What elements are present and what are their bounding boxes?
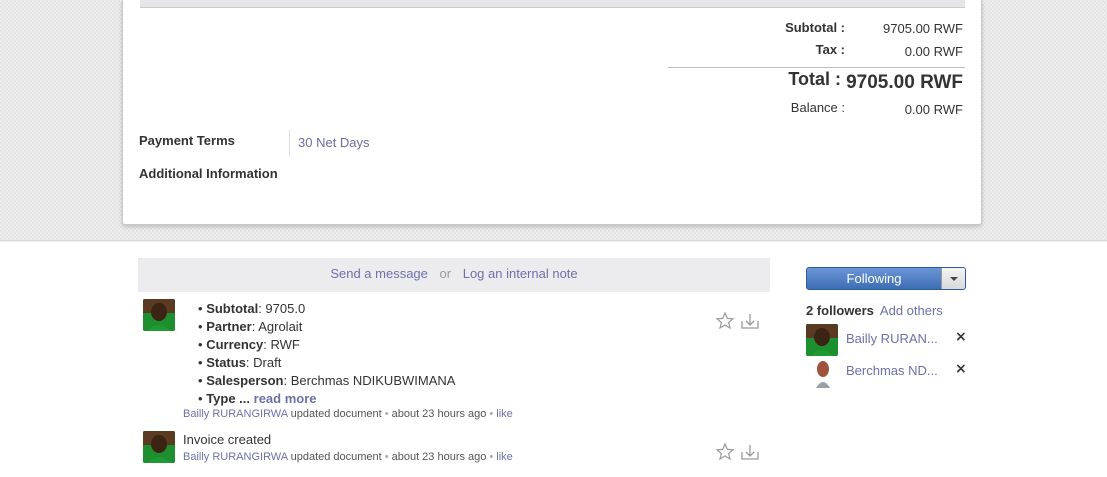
following-dropdown-toggle[interactable]	[941, 268, 965, 289]
field-divider	[289, 130, 290, 156]
list-item: • Partner: Agrolait	[198, 319, 303, 334]
composer-or: or	[439, 266, 452, 281]
subtotal-value: 9705.00 RWF	[883, 21, 963, 36]
avatar	[806, 356, 838, 388]
total-value: 9705.00 RWF	[846, 72, 963, 93]
message-composer: Send a message or Log an internal note	[138, 258, 770, 292]
like-link[interactable]: like	[496, 451, 513, 463]
message-time: about 23 hours ago	[391, 408, 487, 420]
follower-name[interactable]: Berchmas ND...	[846, 363, 938, 378]
tax-label: Tax :	[815, 42, 845, 57]
additional-info-label: Additional Information	[139, 166, 278, 181]
remove-follower-icon[interactable]: ×	[955, 329, 967, 345]
message-meta: Bailly RURANGIRWA updated document • about…	[183, 451, 513, 463]
message-time: about 23 hours ago	[391, 451, 487, 463]
archive-icon[interactable]	[739, 311, 759, 331]
author-link[interactable]: Bailly RURANGIRWA	[183, 451, 288, 463]
avatar[interactable]	[143, 431, 175, 463]
subtotal-label: Subtotal :	[785, 20, 845, 35]
following-button-group: Following	[806, 267, 966, 290]
person-avatar-icon	[143, 299, 175, 331]
list-item: • Type ... read more	[198, 391, 317, 406]
message-meta: Bailly RURANGIRWA updated document • about…	[183, 408, 513, 420]
list-item: • Currency: RWF	[198, 337, 300, 352]
person-avatar-icon	[806, 324, 838, 356]
follower-name[interactable]: Bailly RURAN...	[846, 331, 938, 346]
avatar[interactable]	[143, 299, 175, 331]
message-action: updated document	[290, 408, 382, 420]
add-followers-link[interactable]: Add others	[880, 303, 943, 318]
following-button[interactable]: Following	[807, 268, 941, 289]
message-body: Invoice created	[183, 432, 272, 447]
person-avatar-icon	[143, 431, 175, 463]
like-link[interactable]: like	[496, 408, 513, 420]
followers-header: 2 followers Add others	[806, 303, 943, 318]
person-avatar-icon	[806, 356, 838, 388]
message-action: updated document	[290, 451, 382, 463]
avatar	[806, 324, 838, 356]
invoice-lines-footer	[140, 0, 965, 8]
total-label: Total :	[788, 69, 841, 89]
total-divider	[668, 67, 965, 68]
author-link[interactable]: Bailly RURANGIRWA	[183, 408, 288, 420]
list-item: • Status: Draft	[198, 355, 282, 370]
tax-value: 0.00 RWF	[904, 44, 963, 59]
invoice-sheet: Subtotal : 9705.00 RWF Tax : 0.00 RWF To…	[122, 0, 982, 225]
balance-value: 0.00 RWF	[904, 102, 963, 117]
remove-follower-icon[interactable]: ×	[955, 361, 967, 377]
followers-count: 2 followers	[806, 303, 874, 318]
message-body: • Subtotal: 9705.0 • Partner: Agrolait •…	[198, 300, 455, 408]
star-icon[interactable]	[715, 442, 735, 462]
star-icon[interactable]	[715, 311, 735, 331]
payment-terms-value[interactable]: 30 Net Days	[298, 135, 370, 150]
list-item: • Subtotal: 9705.0	[198, 301, 306, 316]
archive-icon[interactable]	[739, 442, 759, 462]
list-item: • Salesperson: Berchmas NDIKUBWIMANA	[198, 373, 456, 388]
balance-label: Balance :	[790, 100, 845, 115]
chevron-down-icon	[950, 277, 958, 281]
log-note-link[interactable]: Log an internal note	[463, 266, 578, 281]
read-more-link[interactable]: read more	[254, 391, 317, 406]
payment-terms-label: Payment Terms	[139, 133, 235, 148]
send-message-link[interactable]: Send a message	[330, 266, 428, 281]
